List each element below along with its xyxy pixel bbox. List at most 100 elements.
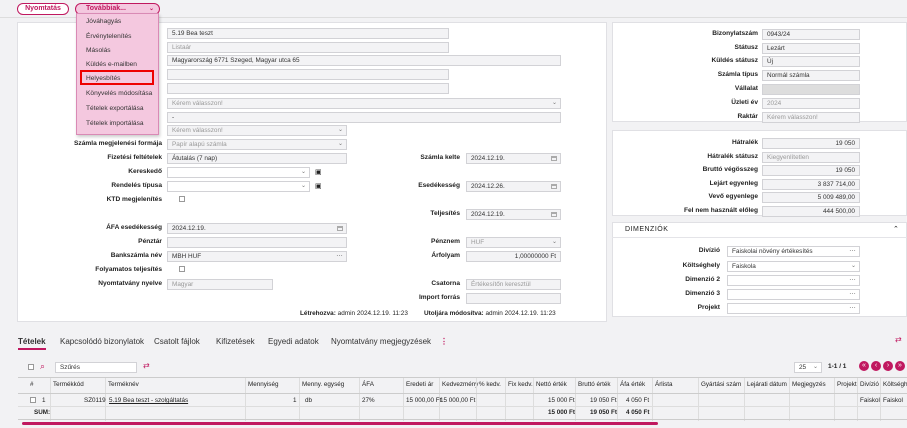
- print-lang-field[interactable]: Magyar: [167, 279, 273, 290]
- column-header[interactable]: Árlista: [655, 381, 673, 388]
- dimension-field[interactable]: …: [727, 303, 860, 314]
- row-qty: 1: [293, 397, 297, 404]
- menu-item-send-email[interactable]: Küldés e-mailben: [86, 61, 137, 68]
- channel-field[interactable]: Értékesítőn keresztül: [466, 279, 561, 290]
- column-header[interactable]: Terméknév: [108, 381, 139, 388]
- print-button[interactable]: Nyomtatás: [17, 3, 69, 15]
- column-header[interactable]: Nettó érték: [536, 381, 567, 388]
- performance-field[interactable]: 2024.12.19.: [466, 209, 561, 220]
- vat-due-field[interactable]: 2024.12.19.: [167, 223, 347, 234]
- dimension-field[interactable]: Faiskola ⌄: [727, 261, 860, 272]
- ktd-checkbox[interactable]: [179, 196, 185, 202]
- pager-button-icon[interactable]: «: [859, 361, 869, 371]
- due-field[interactable]: 2024.12.26.: [466, 181, 561, 192]
- column-header[interactable]: Gyártási szám: [701, 381, 741, 388]
- menu-item-invalidate[interactable]: Érvénytelenítés: [86, 33, 131, 40]
- dimension-field[interactable]: Faiskolai növény értékesítés…: [727, 246, 860, 257]
- column-divider: [403, 378, 404, 421]
- column-header[interactable]: #: [30, 381, 34, 388]
- select-field-1[interactable]: Kérem válasszon! ⌄: [167, 98, 561, 109]
- balance-label: Lejárt egyenleg: [709, 180, 758, 187]
- menu-item-export-items[interactable]: Tételek exportálása: [86, 105, 144, 112]
- menu-item-import-items[interactable]: Tételek importálása: [86, 120, 144, 127]
- dash-field[interactable]: -: [167, 112, 561, 123]
- column-header[interactable]: Menny. egység: [302, 381, 344, 388]
- modified-info: Utoljára módosítva: admin 2024.12.19. 11…: [424, 310, 556, 317]
- order-type-select[interactable]: ⌄: [167, 181, 310, 192]
- cashdesk-field[interactable]: [167, 237, 347, 248]
- doc-info-field[interactable]: Normál számla: [762, 70, 860, 81]
- dealer-select[interactable]: ⌄: [167, 167, 310, 178]
- tab-related-docs[interactable]: Kapcsolódó bizonylatok: [60, 337, 144, 346]
- doc-info-field[interactable]: [762, 84, 860, 95]
- horizontal-scrollbar[interactable]: [22, 422, 658, 425]
- row-product-link[interactable]: 5.19 Bea teszt - szolgáltatás: [109, 397, 188, 404]
- partner-name-field[interactable]: 5.19 Bea teszt: [167, 28, 449, 39]
- rate-field[interactable]: 1,00000000 Ft: [466, 251, 561, 262]
- pager-button-icon[interactable]: ‹: [871, 361, 881, 371]
- column-header[interactable]: Áfa érték: [620, 381, 645, 388]
- page-size-select[interactable]: 25 ⌄: [794, 362, 822, 373]
- column-header[interactable]: Mennyiség: [248, 381, 278, 388]
- menu-item-accounting-edit[interactable]: Könyvelés módosítása: [86, 90, 152, 97]
- pager-button-icon[interactable]: »: [895, 361, 905, 371]
- more-dots-icon: …: [849, 246, 856, 253]
- select-field-2[interactable]: Kérem válasszon! ⌄: [167, 125, 347, 136]
- column-divider: [617, 378, 618, 421]
- order-type-label: Rendelés típusa: [111, 182, 162, 189]
- tab-custom-data[interactable]: Egyedi adatok: [268, 337, 319, 346]
- doc-info-field[interactable]: Kérem válasszon!: [762, 112, 860, 123]
- tab-print-notes[interactable]: Nyomtatvány megjegyzések: [331, 337, 431, 346]
- row-cost-center: Faiskol: [883, 397, 903, 404]
- swap-icon[interactable]: ⇄: [143, 361, 150, 370]
- source-field[interactable]: [466, 293, 561, 304]
- doc-info-field[interactable]: 2024: [762, 98, 860, 109]
- column-header[interactable]: Bruttó érték: [578, 381, 611, 388]
- column-header[interactable]: Projekt: [837, 381, 857, 388]
- column-header[interactable]: Kedvezmény: [442, 381, 478, 388]
- currency-field[interactable]: HUF ⌄: [466, 237, 561, 248]
- menu-item-copy[interactable]: Másolás: [86, 47, 111, 54]
- doc-info-field[interactable]: Lezárt: [762, 43, 860, 54]
- continuous-checkbox[interactable]: [179, 266, 185, 272]
- save-icon[interactable]: ▣: [315, 168, 322, 176]
- select-all-checkbox[interactable]: [28, 364, 34, 370]
- empty-field-1[interactable]: [167, 69, 449, 80]
- invoice-date-field[interactable]: 2024.12.19.: [466, 153, 561, 164]
- swap-icon[interactable]: ⇄: [895, 335, 902, 344]
- modified-label: Utoljára módosítva:: [424, 310, 484, 317]
- dimension-field[interactable]: …: [727, 275, 860, 286]
- dimension-field[interactable]: …: [727, 289, 860, 300]
- column-header[interactable]: Eredeti ár: [406, 381, 433, 388]
- grid-filter-input[interactable]: Szűrés: [55, 362, 137, 373]
- doc-info-field[interactable]: Új: [762, 56, 860, 67]
- partner-type-field[interactable]: Listaár: [167, 42, 449, 53]
- invoice-form-field[interactable]: Papír alapú számla ⌄: [167, 139, 347, 150]
- column-header[interactable]: Költséghely: [883, 381, 907, 388]
- row-checkbox[interactable]: [30, 397, 36, 403]
- save-icon[interactable]: ▣: [315, 182, 322, 190]
- menu-item-approve[interactable]: Jóváhagyás: [86, 18, 121, 25]
- tab-items[interactable]: Tételek: [18, 337, 46, 346]
- column-header[interactable]: Divízió: [860, 381, 879, 388]
- collapse-icon[interactable]: ⌃: [893, 225, 899, 233]
- column-header[interactable]: Termékkód: [53, 381, 84, 388]
- balance-label: Fel nem használt előleg: [683, 207, 758, 214]
- filter-clear-icon[interactable]: ⌕: [40, 361, 45, 372]
- column-divider: [50, 378, 51, 421]
- doc-info-field[interactable]: 0943/24: [762, 29, 860, 40]
- address-field[interactable]: Magyarország 6771 Szeged, Magyar utca 65: [167, 55, 561, 66]
- column-header[interactable]: ÁFA: [362, 381, 374, 388]
- tab-payments[interactable]: Kifizetések: [216, 337, 255, 346]
- column-header[interactable]: Lejárati dátum: [747, 381, 787, 388]
- bank-field[interactable]: MBH HUF…: [167, 251, 347, 262]
- tab-more-icon[interactable]: ⋮: [440, 337, 448, 346]
- pager-button-icon[interactable]: ›: [883, 361, 893, 371]
- column-header[interactable]: Fix kedv.: [508, 381, 533, 388]
- empty-field-2[interactable]: [167, 83, 449, 94]
- chevron-down-icon: ⌄: [300, 183, 306, 189]
- payment-terms-field[interactable]: Átutalás (7 nap): [167, 153, 347, 164]
- tab-attached-files[interactable]: Csatolt fájlok: [154, 337, 200, 346]
- column-header[interactable]: % kedv.: [479, 381, 501, 388]
- column-header[interactable]: Megjegyzés: [792, 381, 826, 388]
